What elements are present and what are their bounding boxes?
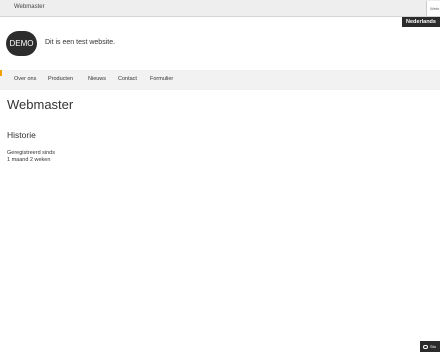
main-navigation: Over ons Producten Nieuws Contact Formul… [0,70,440,90]
nav-item-contact[interactable]: Contact [118,76,137,82]
chat-button[interactable]: Sto [420,341,440,352]
nav-item-formulier[interactable]: Formulier [150,76,173,82]
topbar-tab[interactable]: Webr [426,1,440,16]
page-title: Webmaster [7,97,74,112]
site-tagline: Dit is een test website. [45,39,116,46]
nav-item-nieuws[interactable]: Nieuws [88,76,106,82]
section-title: Historie [7,130,36,140]
nav-item-over-ons[interactable]: Over ons [14,76,36,82]
registered-value: 1 maand 2 weken [7,157,51,163]
registered-label: Geregistreerd sinds [7,150,55,156]
language-selector[interactable]: Nederlands [402,17,440,27]
logo[interactable]: DEMO [6,31,37,56]
nav-item-producten[interactable]: Producten [48,76,73,82]
top-bar: Webmaster Webr [0,0,440,17]
site-title[interactable]: Webmaster [14,4,45,10]
chat-bubble-icon [423,344,428,349]
accent-marker [0,70,2,76]
chat-button-label: Sto [430,344,437,349]
